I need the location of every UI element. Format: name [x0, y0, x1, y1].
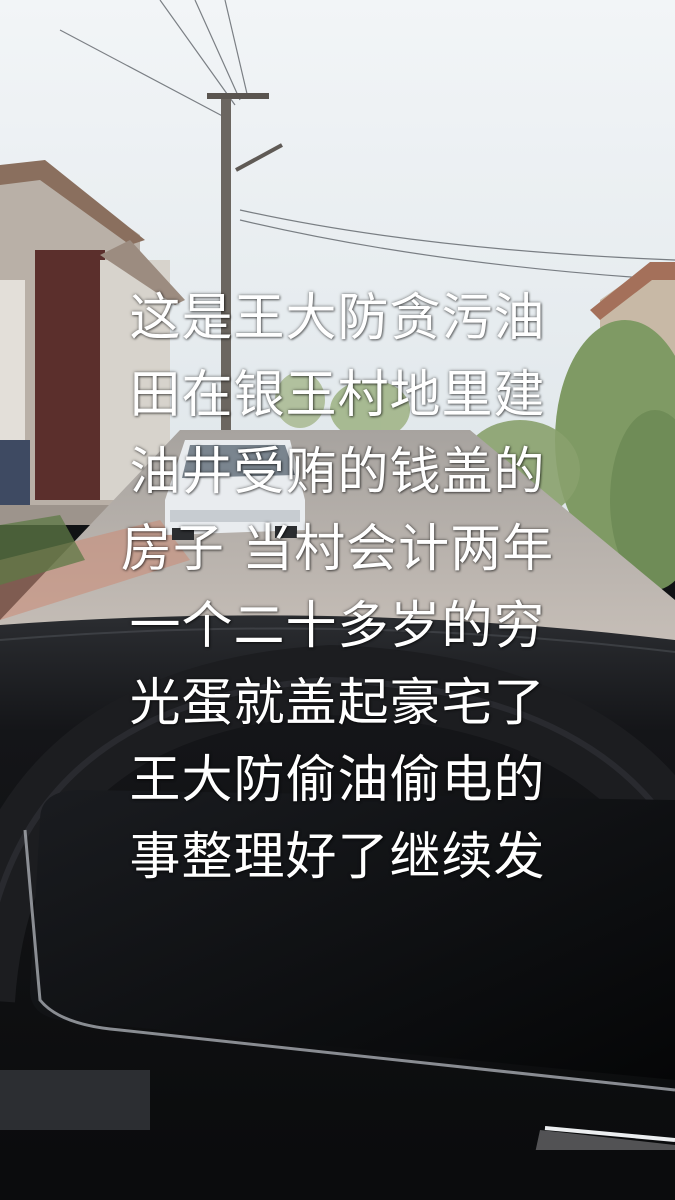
- caption-line-7: 王大防偷油偷电的: [129, 751, 546, 810]
- caption-line-3: 油井受贿的钱盖的: [129, 443, 546, 502]
- caption-line-6: 光蛋就盖起豪宅了: [129, 674, 546, 733]
- caption-line-8: 事整理好了继续发: [129, 828, 546, 887]
- caption-line-4: 房子 当村会计两年: [120, 520, 555, 579]
- caption-line-5: 一个二十多岁的穷: [129, 597, 546, 656]
- caption-line-2: 田在银王村地里建: [129, 366, 546, 425]
- caption-overlay: 这是王大防贪污油 田在银王村地里建 油井受贿的钱盖的 房子 当村会计两年 一个二…: [0, 280, 675, 896]
- caption-line-1: 这是王大防贪污油: [129, 289, 546, 348]
